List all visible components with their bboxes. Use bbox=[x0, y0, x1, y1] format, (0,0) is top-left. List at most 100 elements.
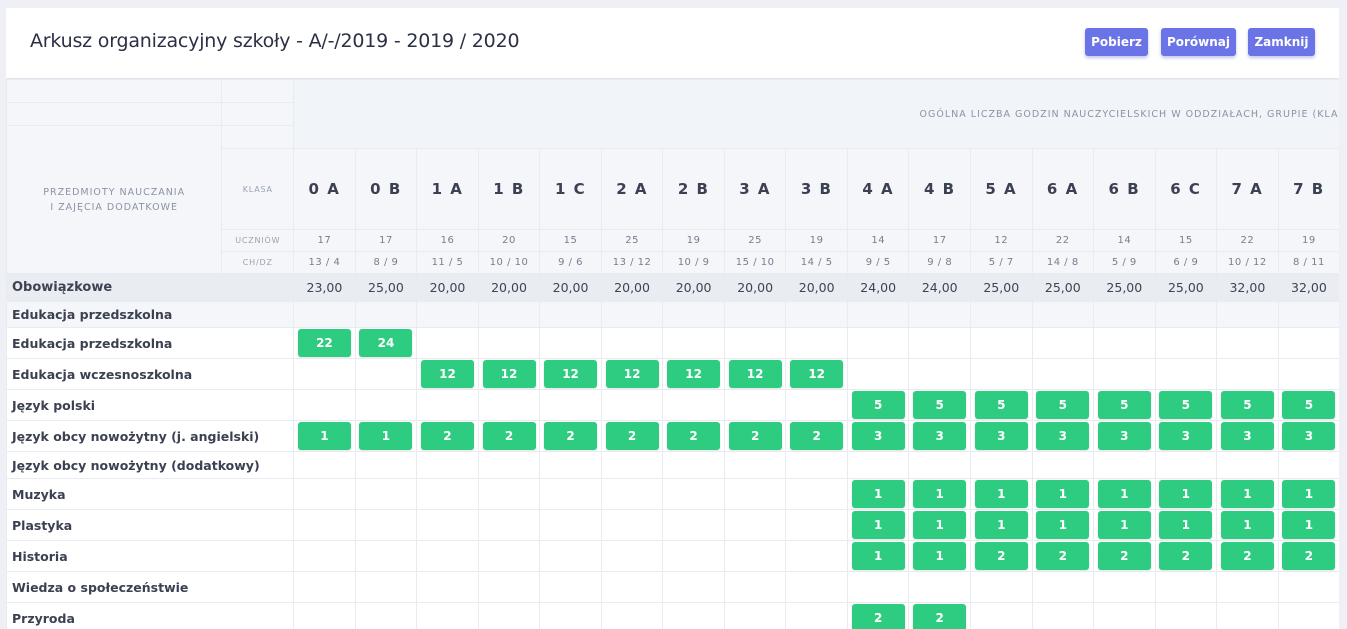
hours-chip[interactable]: 2 bbox=[605, 422, 659, 450]
hours-chip[interactable]: 1 bbox=[1036, 511, 1090, 539]
hours-chip[interactable]: 2 bbox=[728, 422, 782, 450]
hours-chip[interactable]: 3 bbox=[1220, 422, 1274, 450]
hours-chip[interactable]: 12 bbox=[605, 360, 659, 388]
students-count: 25 bbox=[600, 229, 664, 252]
hours-cell: 3 bbox=[846, 420, 910, 452]
students-count: 19 bbox=[662, 229, 725, 252]
subject-name: Muzyka bbox=[6, 478, 295, 510]
hours-chip[interactable]: 12 bbox=[728, 360, 782, 388]
class-header: 6 B bbox=[1093, 148, 1156, 230]
hours-chip[interactable]: 3 bbox=[1097, 422, 1151, 450]
hours-cell bbox=[293, 540, 356, 572]
hours-chip[interactable]: 1 bbox=[1220, 511, 1274, 539]
hours-chip[interactable]: 5 bbox=[851, 391, 905, 419]
hours-chip[interactable]: 12 bbox=[790, 360, 844, 388]
hours-chip[interactable]: 1 bbox=[1220, 480, 1274, 508]
hours-cell bbox=[293, 571, 356, 603]
hours-cell bbox=[785, 301, 848, 328]
hours-cell: 12 bbox=[662, 358, 725, 390]
hours-cell bbox=[908, 571, 971, 603]
hours-cell bbox=[600, 451, 664, 479]
class-header: 3 B bbox=[785, 148, 848, 230]
hours-chip[interactable]: 12 bbox=[420, 360, 474, 388]
organization-table-wrapper[interactable]: OGÓLNA LICZBA GODZIN NAUCZYCIELSKICH W O… bbox=[6, 79, 1339, 629]
hours-chip[interactable]: 2 bbox=[1159, 542, 1213, 570]
hours-chip[interactable]: 5 bbox=[1220, 391, 1274, 419]
close-button[interactable]: Zamknij bbox=[1248, 28, 1315, 56]
hours-chip[interactable]: 1 bbox=[359, 422, 413, 450]
hours-chip[interactable]: 2 bbox=[667, 422, 721, 450]
hours-chip[interactable]: 2 bbox=[1097, 542, 1151, 570]
hours-chip[interactable]: 1 bbox=[851, 480, 905, 508]
hours-chip[interactable]: 5 bbox=[974, 391, 1028, 419]
hours-chip[interactable]: 3 bbox=[1282, 422, 1336, 450]
hours-cell: 1 bbox=[1154, 509, 1218, 541]
header-blank-cell bbox=[221, 125, 295, 149]
hours-chip[interactable]: 1 bbox=[297, 422, 351, 450]
class-header: 3 A bbox=[723, 148, 787, 230]
hours-cell bbox=[477, 540, 541, 572]
hours-chip[interactable]: 2 bbox=[974, 542, 1028, 570]
hours-cell: 24 bbox=[354, 327, 418, 359]
hours-chip[interactable]: 1 bbox=[974, 480, 1028, 508]
table-row: Język obcy nowożytny (j. angielski) 1 1 2 2 2… bbox=[6, 420, 1339, 452]
hours-chip[interactable]: 1 bbox=[1282, 511, 1336, 539]
hours-chip[interactable]: 2 bbox=[1220, 542, 1274, 570]
hours-chip[interactable]: 3 bbox=[913, 422, 967, 450]
hours-chip[interactable]: 1 bbox=[1097, 480, 1151, 508]
hours-chip[interactable]: 2 bbox=[420, 422, 474, 450]
hours-chip[interactable]: 5 bbox=[913, 391, 967, 419]
hours-chip[interactable]: 3 bbox=[1036, 422, 1090, 450]
students-label: UCZNIÓW bbox=[221, 229, 295, 252]
hours-cell bbox=[785, 451, 848, 479]
hours-chip[interactable]: 2 bbox=[790, 422, 844, 450]
hours-cell bbox=[416, 451, 479, 479]
hours-chip[interactable]: 1 bbox=[974, 511, 1028, 539]
hours-chip[interactable]: 12 bbox=[667, 360, 721, 388]
table-row: Edukacja wczesnoszkolna 12 12 12 12 12 12 12 bbox=[6, 358, 1339, 390]
hours-cell bbox=[600, 327, 664, 359]
compare-button[interactable]: Porównaj bbox=[1161, 28, 1236, 56]
hours-chip[interactable]: 1 bbox=[1036, 480, 1090, 508]
hours-chip[interactable]: 2 bbox=[851, 604, 905, 629]
hours-cell bbox=[908, 301, 971, 328]
chdz-value: 13 / 4 bbox=[293, 251, 356, 274]
hours-chip[interactable]: 5 bbox=[1097, 391, 1151, 419]
hours-cell: 12 bbox=[785, 358, 848, 390]
hours-chip[interactable]: 1 bbox=[1097, 511, 1151, 539]
hours-cell bbox=[723, 540, 787, 572]
hours-chip[interactable]: 2 bbox=[544, 422, 598, 450]
hours-chip[interactable]: 12 bbox=[544, 360, 598, 388]
hours-chip[interactable]: 1 bbox=[913, 511, 967, 539]
hours-chip[interactable]: 24 bbox=[359, 329, 413, 357]
hours-chip[interactable]: 12 bbox=[482, 360, 536, 388]
download-button[interactable]: Pobierz bbox=[1085, 28, 1148, 56]
hours-chip[interactable]: 1 bbox=[1282, 480, 1336, 508]
hours-chip[interactable]: 5 bbox=[1159, 391, 1213, 419]
hours-chip[interactable]: 1 bbox=[913, 480, 967, 508]
hours-chip[interactable]: 2 bbox=[1282, 542, 1336, 570]
hours-chip[interactable]: 1 bbox=[913, 542, 967, 570]
hours-chip[interactable]: 3 bbox=[974, 422, 1028, 450]
hours-chip[interactable]: 22 bbox=[297, 329, 351, 357]
hours-cell bbox=[723, 301, 787, 328]
hours-chip[interactable]: 2 bbox=[913, 604, 967, 629]
hours-cell bbox=[293, 478, 356, 510]
hours-chip[interactable]: 5 bbox=[1036, 391, 1090, 419]
hours-chip[interactable]: 2 bbox=[482, 422, 536, 450]
hours-cell: 12 bbox=[416, 358, 479, 390]
hours-chip[interactable]: 1 bbox=[1159, 480, 1213, 508]
hours-chip[interactable]: 2 bbox=[1036, 542, 1090, 570]
hours-cell bbox=[970, 358, 1033, 390]
hours-chip[interactable]: 1 bbox=[1159, 511, 1213, 539]
hours-chip[interactable]: 3 bbox=[851, 422, 905, 450]
hours-chip[interactable]: 5 bbox=[1282, 391, 1336, 419]
hours-cell bbox=[1154, 571, 1218, 603]
hours-cell: 2 bbox=[1154, 540, 1218, 572]
hours-chip[interactable]: 1 bbox=[851, 542, 905, 570]
hours-cell: 1 bbox=[846, 478, 910, 510]
hours-cell: 1 bbox=[1216, 478, 1279, 510]
hours-chip[interactable]: 1 bbox=[851, 511, 905, 539]
hours-chip[interactable]: 3 bbox=[1159, 422, 1213, 450]
chdz-value: 9 / 6 bbox=[539, 251, 602, 274]
